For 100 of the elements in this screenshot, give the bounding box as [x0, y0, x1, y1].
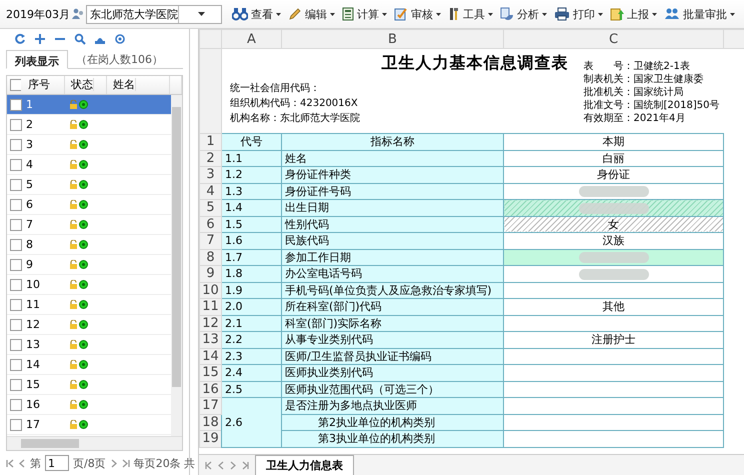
list-row[interactable]: 2: [7, 115, 171, 135]
table-cell: 1.2: [225, 168, 242, 182]
list-row[interactable]: 14: [7, 355, 171, 375]
row-number: 12: [26, 318, 40, 331]
row-number: 1: [206, 134, 215, 150]
row-number: 17: [26, 418, 40, 431]
period-label: 2019年03月: [6, 6, 70, 22]
row-number: 11: [26, 298, 40, 311]
table-cell: 医师执业范围代码（可选三个）: [285, 382, 439, 396]
menu-button[interactable]: 查看: [229, 6, 284, 22]
column-header: C: [608, 32, 618, 46]
row-number: 8: [26, 238, 33, 251]
table-cell: 办公室电话号码: [285, 267, 362, 280]
list-row[interactable]: 8: [7, 235, 171, 255]
row-number: 16: [202, 382, 219, 397]
row-number: 14: [202, 348, 219, 364]
info-text: 批准机关：国家统计局: [584, 86, 685, 99]
row-number: 13: [202, 332, 219, 348]
list-row[interactable]: 17: [7, 415, 171, 435]
value-cell[interactable]: 白丽: [504, 150, 724, 166]
row-number: 4: [26, 158, 33, 171]
row-number: 12: [202, 316, 219, 331]
row-number: 15: [202, 365, 219, 380]
menu-button[interactable]: 批量审批: [661, 6, 738, 22]
menu-button[interactable]: 上报: [607, 6, 660, 22]
list-row[interactable]: 7: [7, 215, 171, 235]
row-number: 10: [202, 282, 219, 298]
row-number: 17: [202, 398, 219, 414]
info-text: 机构名称：东北师范大学医院: [230, 112, 360, 125]
list-row[interactable]: 5: [7, 175, 171, 195]
table-cell: 第3执业单位的机构类别: [282, 430, 504, 447]
menu-button[interactable]: 工具: [445, 6, 496, 22]
row-number: 8: [206, 250, 215, 265]
row-number: 1: [26, 98, 33, 111]
row-number: 15: [26, 378, 40, 391]
menu-button[interactable]: 分析: [497, 6, 550, 22]
list-row[interactable]: 12: [7, 315, 171, 335]
list-row[interactable]: 11: [7, 295, 171, 315]
table-cell: 1.8: [225, 267, 242, 280]
row-number: 13: [26, 338, 40, 351]
list-row[interactable]: 3: [7, 135, 171, 155]
row-number: 9: [206, 266, 215, 282]
table-cell: 2.4: [225, 366, 242, 380]
org-select[interactable]: 东北师范大学医院: [86, 4, 222, 24]
row-number: 10: [26, 278, 40, 291]
value-cell[interactable]: 其他: [504, 298, 724, 315]
page-input[interactable]: 1: [45, 455, 69, 471]
table-cell: 身份证件种类: [285, 168, 351, 182]
list-row[interactable]: 4: [7, 155, 171, 175]
column-header: 序号: [27, 77, 50, 93]
table-cell: 第2执业单位的机构类别: [282, 414, 504, 430]
pager-label: 第: [30, 456, 41, 470]
value-cell[interactable]: 汉族: [504, 232, 724, 249]
info-text: 组织机构代码：42320016X: [230, 97, 359, 110]
row-number: 16: [26, 398, 40, 411]
tab[interactable]: （在岗人数106）: [68, 49, 171, 68]
row-number: 4: [206, 184, 215, 199]
table-cell: 医师执业类别代码: [285, 366, 373, 380]
table-cell: 1.6: [225, 234, 242, 248]
table-cell: 科室(部门)实际名称: [285, 316, 382, 330]
menu-button[interactable]: 审核: [391, 6, 444, 22]
table-cell: 出生日期: [285, 201, 329, 214]
list-row[interactable]: 16: [7, 395, 171, 415]
row-number: 3: [206, 167, 215, 182]
tab[interactable]: 列表显示: [6, 50, 68, 69]
menu-button[interactable]: 打印: [551, 6, 606, 22]
row-number: 6: [26, 198, 33, 211]
row-number: 7: [206, 233, 215, 248]
row-number: 7: [26, 218, 33, 231]
row-number: 3: [26, 138, 33, 151]
list-row[interactable]: 6: [7, 195, 171, 215]
table-cell: 1.5: [225, 218, 242, 231]
list-row[interactable]: 13: [7, 335, 171, 355]
row-number: 2: [26, 118, 33, 131]
list-row[interactable]: 10: [7, 275, 171, 295]
sheet-tab[interactable]: 卫生人力信息表: [255, 455, 354, 475]
value-cell[interactable]: 注册护士: [504, 332, 724, 348]
table-cell: 参加工作日期: [285, 250, 351, 264]
list-row[interactable]: 9: [7, 255, 171, 275]
table-cell: 是否注册为多地点执业医师: [285, 399, 417, 412]
pager-label: 每页20条 共: [134, 456, 196, 470]
list-row[interactable]: 15: [7, 375, 171, 395]
column-header: 本期: [602, 135, 624, 148]
table-cell: 1.9: [225, 284, 242, 297]
table-cell: 2.6: [225, 416, 242, 429]
row-number: 14: [26, 358, 40, 371]
info-text: 表 号：卫健统2-1表: [584, 60, 691, 73]
value-cell[interactable]: 女: [504, 216, 724, 232]
info-text: 制表机关：国家卫生健康委: [584, 73, 705, 86]
table-cell: 2.0: [225, 300, 242, 314]
value-cell[interactable]: 身份证: [504, 166, 724, 183]
menu-button[interactable]: 编辑: [285, 6, 338, 22]
table-cell: 姓名: [285, 152, 307, 165]
row-number: 2: [206, 150, 215, 166]
table-cell: 性别代码: [285, 218, 329, 231]
list-row[interactable]: 1: [7, 95, 171, 115]
pager-label: 页/8页: [73, 456, 106, 470]
menu-button[interactable]: 计算: [339, 6, 390, 22]
column-header: 指标名称: [370, 135, 414, 148]
column-header: 代号: [240, 135, 262, 148]
